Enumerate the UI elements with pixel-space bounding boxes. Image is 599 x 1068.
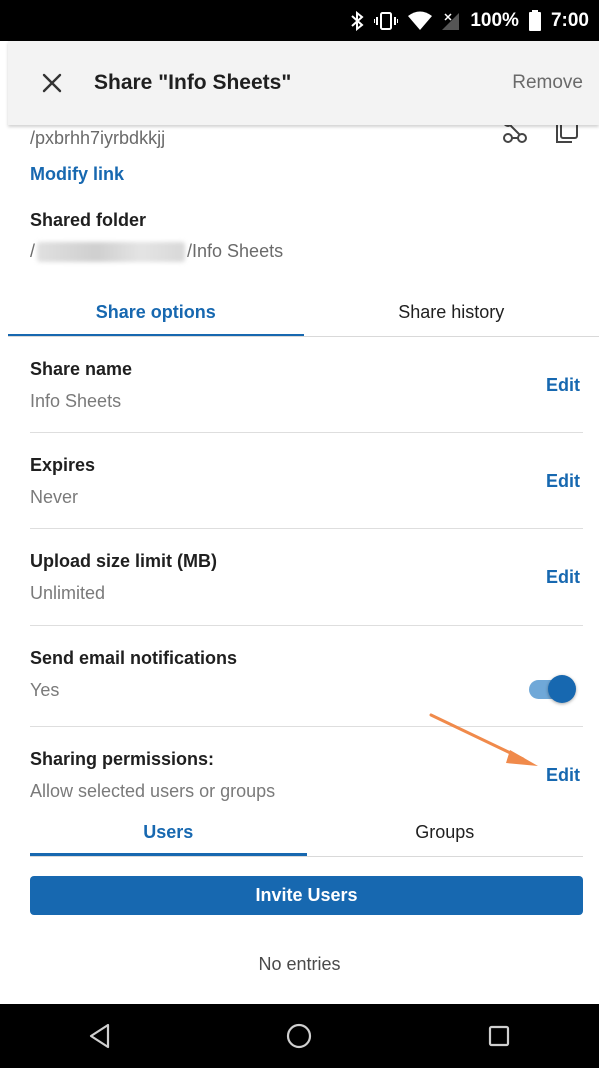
tab-share-history[interactable]: Share history xyxy=(304,287,599,337)
shared-folder-path: / /Info Sheets xyxy=(30,241,283,262)
option-value: Unlimited xyxy=(30,583,106,603)
tab-groups[interactable]: Groups xyxy=(307,808,584,856)
option-label: Upload size limit (MB) xyxy=(30,551,218,571)
option-email-notifications: Send email notifications Yes xyxy=(30,648,583,708)
recents-icon[interactable] xyxy=(459,1016,539,1056)
tabs-divider xyxy=(8,336,599,337)
tab-share-options[interactable]: Share options xyxy=(8,287,304,337)
option-value: Yes xyxy=(30,680,60,700)
remove-button[interactable]: Remove xyxy=(512,72,583,94)
divider xyxy=(30,432,583,433)
app-bar: Share "Info Sheets" Remove xyxy=(8,41,599,125)
edit-expires-button[interactable]: Edit xyxy=(546,471,580,492)
option-label: Expires xyxy=(30,455,96,475)
option-expires: Expires Never Edit xyxy=(30,455,583,515)
path-suffix: /Info Sheets xyxy=(187,241,284,261)
nav-bar xyxy=(0,1004,599,1068)
option-label: Share name xyxy=(30,359,133,379)
signal-icon xyxy=(442,11,460,31)
close-icon[interactable] xyxy=(32,63,72,103)
option-sharing-permissions: Sharing permissions: Allow selected user… xyxy=(30,749,583,809)
modify-link[interactable]: Modify link xyxy=(30,164,124,185)
edit-upload-limit-button[interactable]: Edit xyxy=(546,567,580,588)
battery-icon xyxy=(528,10,541,31)
option-value: Never xyxy=(30,487,79,507)
tabs-divider xyxy=(30,856,583,857)
option-share-name: Share name Info Sheets Edit xyxy=(30,359,583,419)
invite-users-button[interactable]: Invite Users xyxy=(30,876,583,915)
path-prefix: / xyxy=(30,241,36,261)
option-value: Info Sheets xyxy=(30,391,122,411)
divider xyxy=(30,726,583,727)
share-link-url: /pxbrhh7iyrbdkkjj xyxy=(30,128,166,148)
clock: 7:00 xyxy=(550,9,589,31)
bluetooth-icon xyxy=(350,10,364,31)
status-bar: 100% 7:00 xyxy=(0,0,599,41)
empty-state: No entries xyxy=(258,954,341,974)
option-label: Send email notifications xyxy=(30,648,238,668)
vibrate-icon xyxy=(374,11,399,31)
option-value: Allow selected users or groups xyxy=(30,781,276,801)
battery-percent: 100% xyxy=(470,9,519,31)
page-title: Share "Info Sheets" xyxy=(94,71,292,94)
divider xyxy=(30,528,583,529)
edit-share-name-button[interactable]: Edit xyxy=(546,375,580,396)
tab-users[interactable]: Users xyxy=(30,808,307,856)
edit-sharing-permissions-button[interactable]: Edit xyxy=(546,765,580,786)
shared-folder-label: Shared folder xyxy=(30,210,147,230)
redacted-username xyxy=(37,241,186,262)
back-icon[interactable] xyxy=(60,1016,140,1056)
share-tabs: Share options Share history xyxy=(8,287,599,337)
option-upload-size-limit: Upload size limit (MB) Unlimited Edit xyxy=(30,551,583,611)
email-notifications-toggle[interactable] xyxy=(527,674,577,704)
divider xyxy=(30,625,583,626)
permission-tabs: Users Groups xyxy=(30,808,583,856)
wifi-icon xyxy=(408,11,433,31)
option-label: Sharing permissions: xyxy=(30,749,215,769)
home-icon[interactable] xyxy=(259,1016,339,1056)
toggle-thumb xyxy=(548,675,576,703)
